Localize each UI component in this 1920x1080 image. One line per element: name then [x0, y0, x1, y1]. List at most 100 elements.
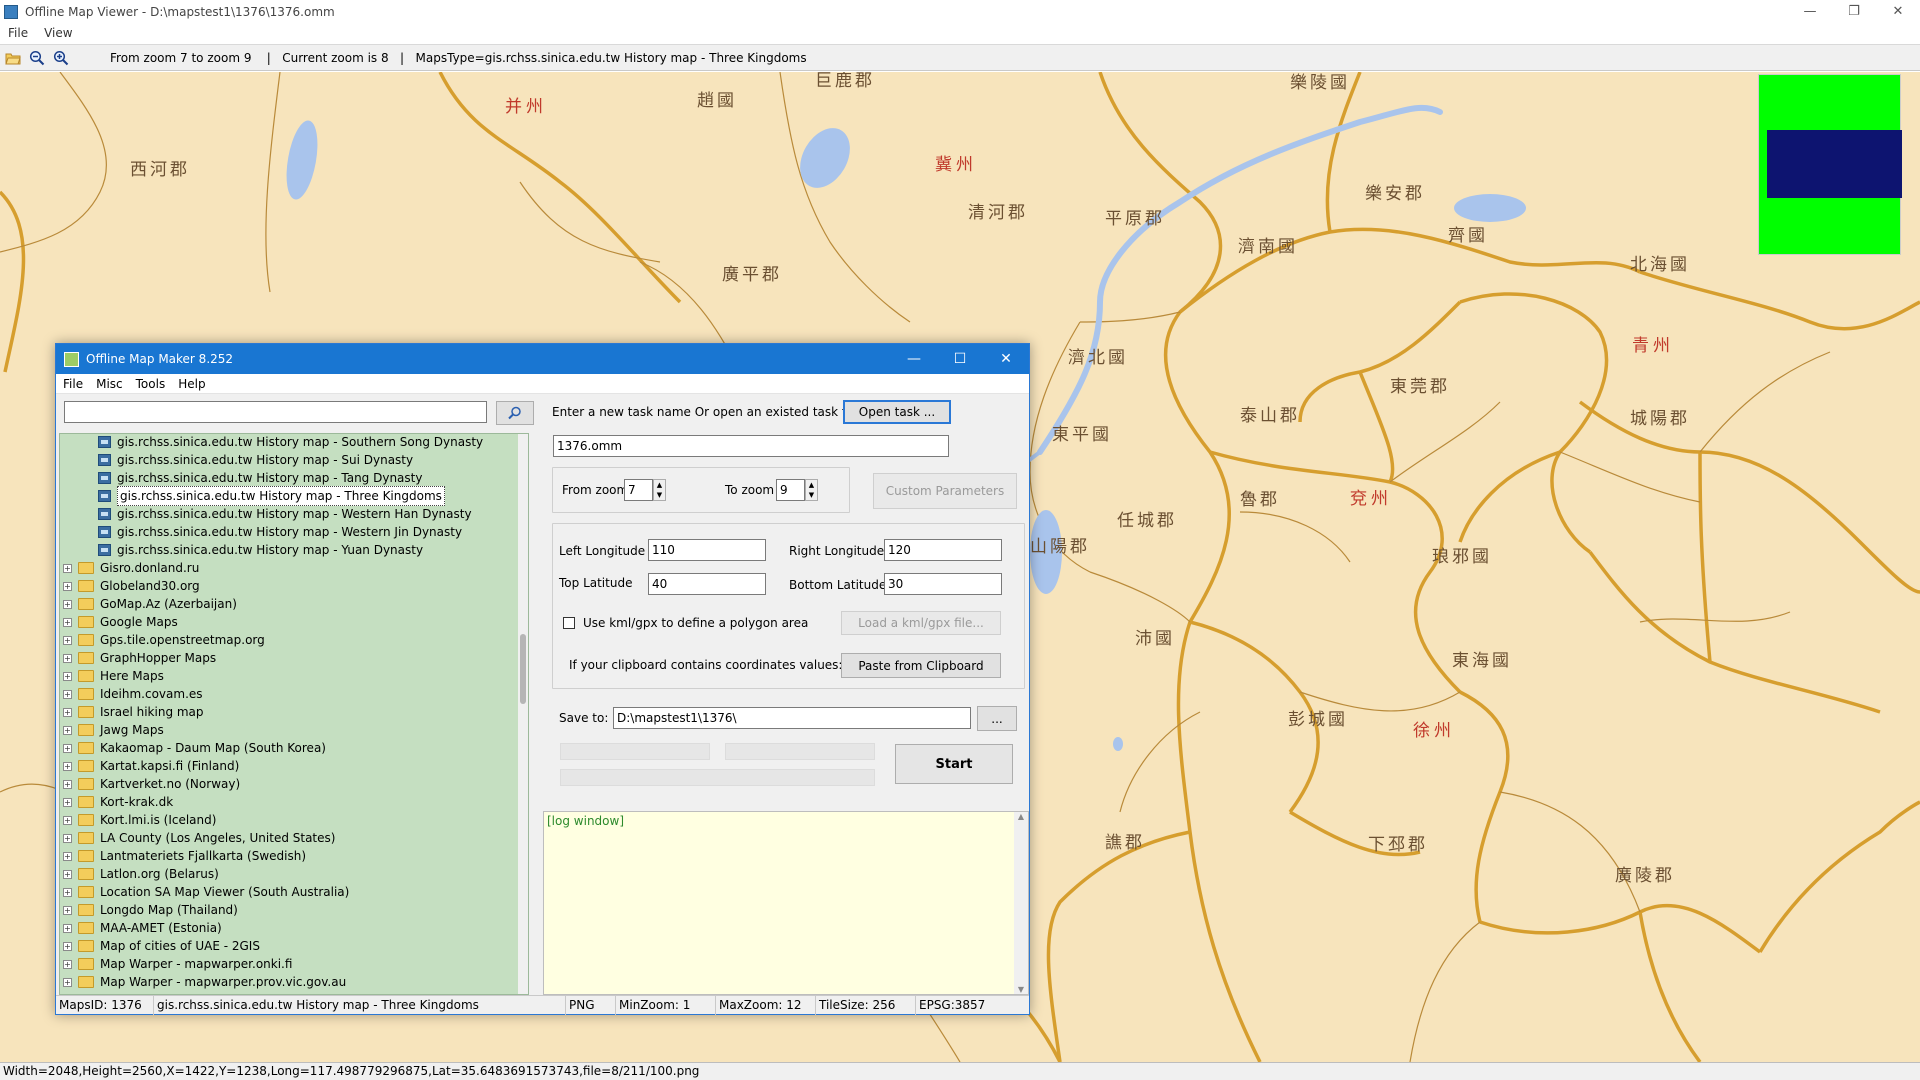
tree-folder-item[interactable]: + Lantmateriets Fjallkarta (Swedish): [60, 847, 306, 865]
tree-item-label: Longdo Map (Thailand): [100, 903, 238, 917]
expand-icon[interactable]: +: [63, 887, 72, 897]
expand-icon[interactable]: +: [63, 653, 72, 663]
from-zoom-input[interactable]: 7: [624, 479, 653, 501]
tree-folder-item[interactable]: + Map Warper - mapwarper.onki.fi: [60, 955, 292, 973]
minimize-button[interactable]: —: [1788, 0, 1832, 22]
open-task-button[interactable]: Open task ...: [843, 400, 951, 424]
expand-icon[interactable]: +: [63, 689, 72, 699]
tree-folder-item[interactable]: + Gisro.donland.ru: [60, 559, 199, 577]
tree-folder-item[interactable]: + GraphHopper Maps: [60, 649, 216, 667]
tree-folder-item[interactable]: + Location SA Map Viewer (South Australia…: [60, 883, 349, 901]
tree-map-item[interactable]: gis.rchss.sinica.edu.tw History map - We…: [98, 505, 472, 523]
tree-folder-item[interactable]: + Kort-krak.dk: [60, 793, 173, 811]
expand-icon[interactable]: +: [63, 869, 72, 879]
custom-parameters-button[interactable]: Custom Parameters: [873, 473, 1017, 509]
maker-menu-misc[interactable]: Misc: [89, 377, 129, 391]
start-button[interactable]: Start: [895, 744, 1013, 784]
maker-minimize-button[interactable]: —: [891, 344, 937, 374]
menu-file[interactable]: File: [0, 26, 36, 40]
load-kml-button[interactable]: Load a kml/gpx file...: [841, 611, 1001, 635]
expand-icon[interactable]: +: [63, 581, 72, 591]
browse-button[interactable]: ...: [977, 706, 1017, 731]
maker-maximize-button[interactable]: ☐: [937, 344, 983, 374]
close-button[interactable]: ✕: [1876, 0, 1920, 22]
tree-map-item[interactable]: gis.rchss.sinica.edu.tw History map - So…: [98, 434, 483, 451]
expand-icon[interactable]: +: [63, 851, 72, 861]
search-button[interactable]: [496, 401, 534, 425]
map-source-tree[interactable]: gis.rchss.sinica.edu.tw History map - So…: [59, 433, 529, 995]
tree-folder-item[interactable]: + Ideihm.covam.es: [60, 685, 203, 703]
tree-folder-item[interactable]: + LA County (Los Angeles, United States): [60, 829, 335, 847]
search-input[interactable]: [64, 401, 487, 423]
folder-icon: [78, 922, 94, 934]
expand-icon[interactable]: +: [63, 761, 72, 771]
tree-folder-item[interactable]: + Globeland30.org: [60, 577, 200, 595]
expand-icon[interactable]: +: [63, 725, 72, 735]
expand-icon[interactable]: +: [63, 977, 72, 987]
zoom-out-icon[interactable]: [26, 47, 48, 69]
task-name-field[interactable]: 1376.omm: [553, 435, 949, 457]
folder-icon: [78, 724, 94, 736]
tree-folder-item[interactable]: + Kartverket.no (Norway): [60, 775, 240, 793]
tree-map-item[interactable]: gis.rchss.sinica.edu.tw History map - Su…: [98, 451, 413, 469]
tree-folder-item[interactable]: + Kakaomap - Daum Map (South Korea): [60, 739, 326, 757]
maker-menu-tools[interactable]: Tools: [129, 377, 172, 391]
tree-folder-item[interactable]: + Kartat.kapsi.fi (Finland): [60, 757, 239, 775]
log-scrollbar[interactable]: ▲ ▼: [1014, 812, 1028, 994]
tree-map-item[interactable]: gis.rchss.sinica.edu.tw History map - Yu…: [98, 541, 423, 559]
paste-clipboard-button[interactable]: Paste from Clipboard: [841, 653, 1001, 678]
maker-menu-file[interactable]: File: [56, 377, 89, 391]
tree-folder-item[interactable]: + Here Maps: [60, 667, 164, 685]
tree-folder-item[interactable]: + Longdo Map (Thailand): [60, 901, 238, 919]
kml-checkbox[interactable]: [563, 617, 575, 629]
expand-icon[interactable]: +: [63, 779, 72, 789]
expand-icon[interactable]: +: [63, 707, 72, 717]
zoom-in-icon[interactable]: [50, 47, 72, 69]
expand-icon[interactable]: +: [63, 923, 72, 933]
tree-folder-item[interactable]: + Map Warper - mapwarper.prov.vic.gov.au: [60, 973, 346, 991]
folder-open-icon[interactable]: [2, 47, 24, 69]
expand-icon[interactable]: +: [63, 671, 72, 681]
expand-icon[interactable]: +: [63, 815, 72, 825]
minimap[interactable]: [1758, 74, 1902, 255]
to-zoom-input[interactable]: 9: [776, 479, 805, 501]
tree-folder-item[interactable]: + Jawg Maps: [60, 721, 164, 739]
top-latitude-input[interactable]: 40: [648, 573, 766, 595]
expand-icon[interactable]: +: [63, 635, 72, 645]
maker-close-button[interactable]: ✕: [983, 344, 1029, 374]
from-zoom-spinner[interactable]: ▲ ▼: [653, 479, 666, 501]
log-window[interactable]: [log window] ▲ ▼: [543, 811, 1029, 995]
minimap-viewport[interactable]: [1767, 130, 1902, 198]
restore-button[interactable]: ❐: [1832, 0, 1876, 22]
expand-icon[interactable]: +: [63, 563, 72, 573]
expand-icon[interactable]: +: [63, 617, 72, 627]
tree-scrollbar[interactable]: [518, 434, 528, 994]
maker-title-bar[interactable]: Offline Map Maker 8.252 — ☐ ✕: [56, 344, 1029, 374]
expand-icon[interactable]: +: [63, 941, 72, 951]
maker-menu-help[interactable]: Help: [171, 377, 211, 391]
tree-folder-item[interactable]: + Map of cities of UAE - 2GIS: [60, 937, 260, 955]
expand-icon[interactable]: +: [63, 743, 72, 753]
right-longitude-input[interactable]: 120: [884, 539, 1002, 561]
tree-folder-item[interactable]: + MAA-AMET (Estonia): [60, 919, 222, 937]
tree-map-item[interactable]: gis.rchss.sinica.edu.tw History map - Th…: [98, 486, 445, 506]
left-longitude-input[interactable]: 110: [648, 539, 766, 561]
tree-folder-item[interactable]: + Gps.tile.openstreetmap.org: [60, 631, 265, 649]
bottom-latitude-input[interactable]: 30: [884, 573, 1002, 595]
to-zoom-spinner[interactable]: ▲ ▼: [805, 479, 818, 501]
tree-folder-item[interactable]: + Google Maps: [60, 613, 178, 631]
tree-folder-item[interactable]: + Kort.lmi.is (Iceland): [60, 811, 216, 829]
expand-icon[interactable]: +: [63, 599, 72, 609]
expand-icon[interactable]: +: [63, 797, 72, 807]
tree-folder-item[interactable]: + Israel hiking map: [60, 703, 204, 721]
save-to-field[interactable]: D:\mapstest1\1376\: [613, 707, 971, 729]
tree-scrollbar-thumb[interactable]: [520, 634, 526, 704]
tree-folder-item[interactable]: + Latlon.org (Belarus): [60, 865, 219, 883]
tree-map-item[interactable]: gis.rchss.sinica.edu.tw History map - Ta…: [98, 469, 422, 487]
expand-icon[interactable]: +: [63, 905, 72, 915]
tree-map-item[interactable]: gis.rchss.sinica.edu.tw History map - We…: [98, 523, 462, 541]
expand-icon[interactable]: +: [63, 833, 72, 843]
menu-view[interactable]: View: [36, 26, 80, 40]
tree-folder-item[interactable]: + GoMap.Az (Azerbaijan): [60, 595, 237, 613]
expand-icon[interactable]: +: [63, 959, 72, 969]
